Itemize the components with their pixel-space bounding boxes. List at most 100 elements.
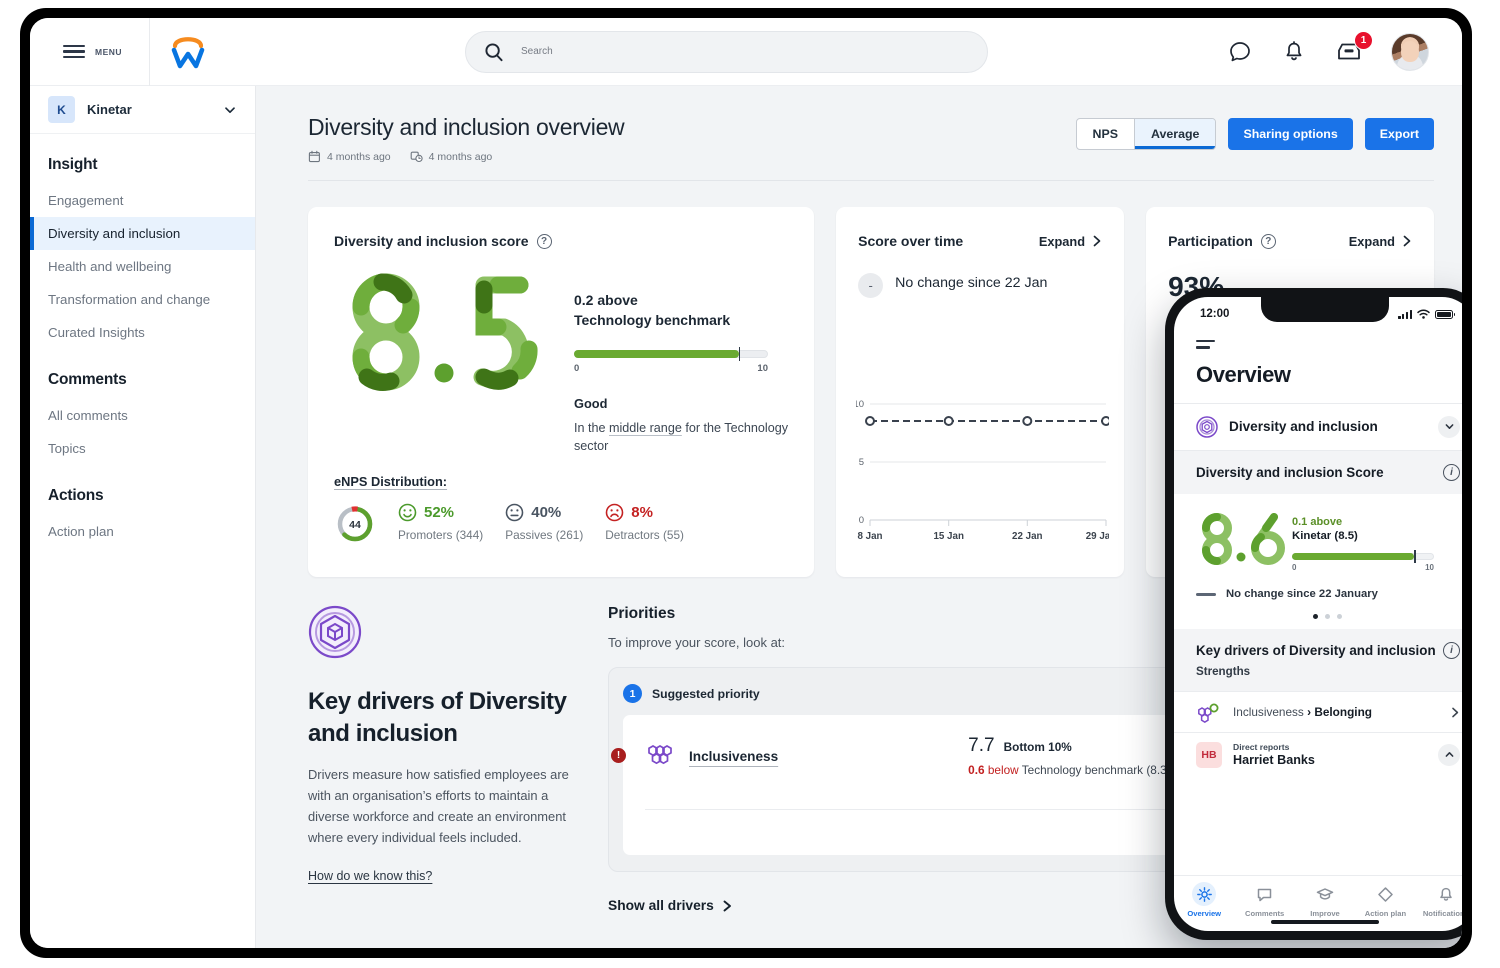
chat-button[interactable] <box>1227 39 1253 65</box>
sidebar-item-diversity-and-inclusion[interactable]: Diversity and inclusion <box>30 217 255 250</box>
phone-home-indicator <box>1271 920 1379 925</box>
priority-driver-name[interactable]: Inclusiveness <box>689 749 778 764</box>
participation-help-icon[interactable]: ? <box>1261 234 1276 249</box>
sidebar-item-health-and-wellbeing[interactable]: Health and wellbeing <box>30 250 255 283</box>
phone-driver-item[interactable]: Inclusiveness › Belonging <box>1174 691 1462 732</box>
phone-nav-overview[interactable]: Overview <box>1174 882 1234 918</box>
phone-person-item[interactable]: HB Direct reports Harriet Banks <box>1174 732 1462 776</box>
comment-icon <box>1253 882 1277 906</box>
bell-icon <box>1434 882 1458 906</box>
enps-passives-top: 40% <box>505 503 583 522</box>
expand-score-over-time[interactable]: Expand <box>1039 234 1102 249</box>
toggle-nps[interactable]: NPS <box>1077 119 1134 149</box>
page-meta: 4 months ago 4 months ago <box>308 150 624 163</box>
enps-detractors-label: Detractors (55) <box>605 528 684 542</box>
phone-nav-notifications[interactable]: Notifications <box>1416 882 1462 918</box>
y-tick-0: 0 <box>859 515 864 526</box>
y-tick-10: 10 <box>856 399 864 410</box>
info-icon[interactable]: i <box>1443 464 1460 481</box>
phone-nav-improve-label: Improve <box>1310 909 1340 918</box>
diamond-icon <box>1373 882 1397 906</box>
enps-donut-icon: 44 <box>334 503 376 545</box>
priority-delta-word: below <box>988 763 1019 777</box>
menu-label: MENU <box>95 47 122 57</box>
priority-badge-label: Suggested priority <box>652 687 760 701</box>
sidebar-item-all-comments[interactable]: All comments <box>30 399 255 432</box>
history-clock-icon <box>410 150 423 163</box>
enps-detractors: 8% Detractors (55) <box>605 503 684 542</box>
phone-benchmark-delta: 0.1 above <box>1292 516 1458 528</box>
score-card-body: 0.2 above Technology benchmark 0 10 <box>334 265 788 456</box>
phone-nav-improve[interactable]: Improve <box>1295 882 1355 918</box>
phone-person-role: Direct reports <box>1233 742 1427 752</box>
sidebar-item-transformation-and-change[interactable]: Transformation and change <box>30 283 255 316</box>
phone-score-section-title: Diversity and inclusion Score <box>1196 464 1443 482</box>
phone-score-section-header: Diversity and inclusion Score i <box>1174 451 1462 495</box>
smiley-sad-icon <box>605 503 624 522</box>
phone-drivers-title: Key drivers of Diversity and inclusion <box>1196 642 1443 660</box>
sidebar-item-engagement[interactable]: Engagement <box>30 184 255 217</box>
chevron-right-icon <box>1092 235 1102 247</box>
diversity-inclusion-icon <box>308 605 362 659</box>
score-card-title: Diversity and inclusion score <box>334 233 529 249</box>
workday-logo[interactable] <box>150 33 226 71</box>
priority-delta-rest: Technology benchmark (8.3) <box>1022 763 1171 777</box>
how-do-we-know-link[interactable]: How do we know this? <box>308 869 432 883</box>
inbox-button[interactable]: 1 <box>1335 39 1363 65</box>
phone-notch <box>1261 297 1389 322</box>
sharing-options-button[interactable]: Sharing options <box>1228 118 1352 150</box>
phone-carousel-dots[interactable] <box>1196 614 1458 619</box>
phone-menu-button[interactable] <box>1174 331 1462 353</box>
notifications-button[interactable] <box>1281 39 1307 65</box>
score-over-time-header: Score over time Expand <box>858 233 1102 249</box>
rating-desc-pre: In the <box>574 421 609 435</box>
phone-score-bar-fill <box>1292 553 1414 560</box>
workday-logo-icon <box>167 33 209 71</box>
meta-created: 4 months ago <box>308 150 391 163</box>
benchmark-delta: 0.2 above <box>574 291 788 311</box>
smiley-happy-icon <box>398 503 417 522</box>
sidebar-item-action-plan[interactable]: Action plan <box>30 515 255 548</box>
status-time: 12:00 <box>1200 308 1229 320</box>
avatar[interactable] <box>1391 33 1429 71</box>
phone-device-frame: 12:00 Overview <box>1165 288 1462 940</box>
no-change-icon: - <box>858 273 883 298</box>
phone-topic-chevron[interactable] <box>1438 416 1460 438</box>
middle-range-link[interactable]: middle range <box>609 421 682 435</box>
info-icon[interactable]: i <box>1443 642 1460 659</box>
expand-participation[interactable]: Expand <box>1349 234 1412 249</box>
toggle-average[interactable]: Average <box>1134 119 1215 149</box>
phone-nav-comments[interactable]: Comments <box>1234 882 1294 918</box>
battery-icon <box>1435 310 1453 319</box>
y-tick-5: 5 <box>859 457 864 468</box>
enps-passives-label: Passives (261) <box>505 528 583 542</box>
org-avatar: K <box>48 96 75 123</box>
phone-person-collapse[interactable] <box>1438 744 1460 766</box>
score-bar: 0 10 <box>574 350 768 374</box>
calendar-icon <box>308 150 321 163</box>
menu-button[interactable]: MENU <box>30 18 150 86</box>
phone-person-name: Harriet Banks <box>1233 753 1427 767</box>
scale-max: 10 <box>757 363 768 374</box>
arrow-right-icon <box>722 900 733 912</box>
phone-nav-action-plan[interactable]: Action plan <box>1355 882 1415 918</box>
score-mode-toggle: NPS Average <box>1076 118 1217 150</box>
key-drivers-body: Drivers measure how satisfied employees … <box>308 765 574 849</box>
enps-abbr[interactable]: eNPS <box>334 474 367 489</box>
help-icon[interactable]: ? <box>537 234 552 249</box>
status-indicators <box>1398 309 1453 319</box>
export-button[interactable]: Export <box>1365 118 1434 150</box>
phone-topic-picker[interactable]: Diversity and inclusion <box>1174 403 1462 451</box>
score-bar-fill <box>574 350 739 358</box>
sidebar-item-topics[interactable]: Topics <box>30 432 255 465</box>
score-bar-scale: 0 10 <box>574 363 768 374</box>
participation-expand-label: Expand <box>1349 234 1395 249</box>
sidebar-item-curated-insights[interactable]: Curated Insights <box>30 316 255 349</box>
search-input[interactable]: Search <box>465 31 988 73</box>
score-trend-chart: 10 5 0 <box>856 387 1109 547</box>
org-switcher[interactable]: K Kinetar <box>30 86 255 134</box>
priority-percentile: Bottom 10% <box>1004 740 1072 754</box>
participation-header: Participation ? Expand <box>1168 233 1412 249</box>
chat-bubble-icon <box>1227 39 1253 65</box>
global-header: MENU Search <box>30 18 1462 86</box>
